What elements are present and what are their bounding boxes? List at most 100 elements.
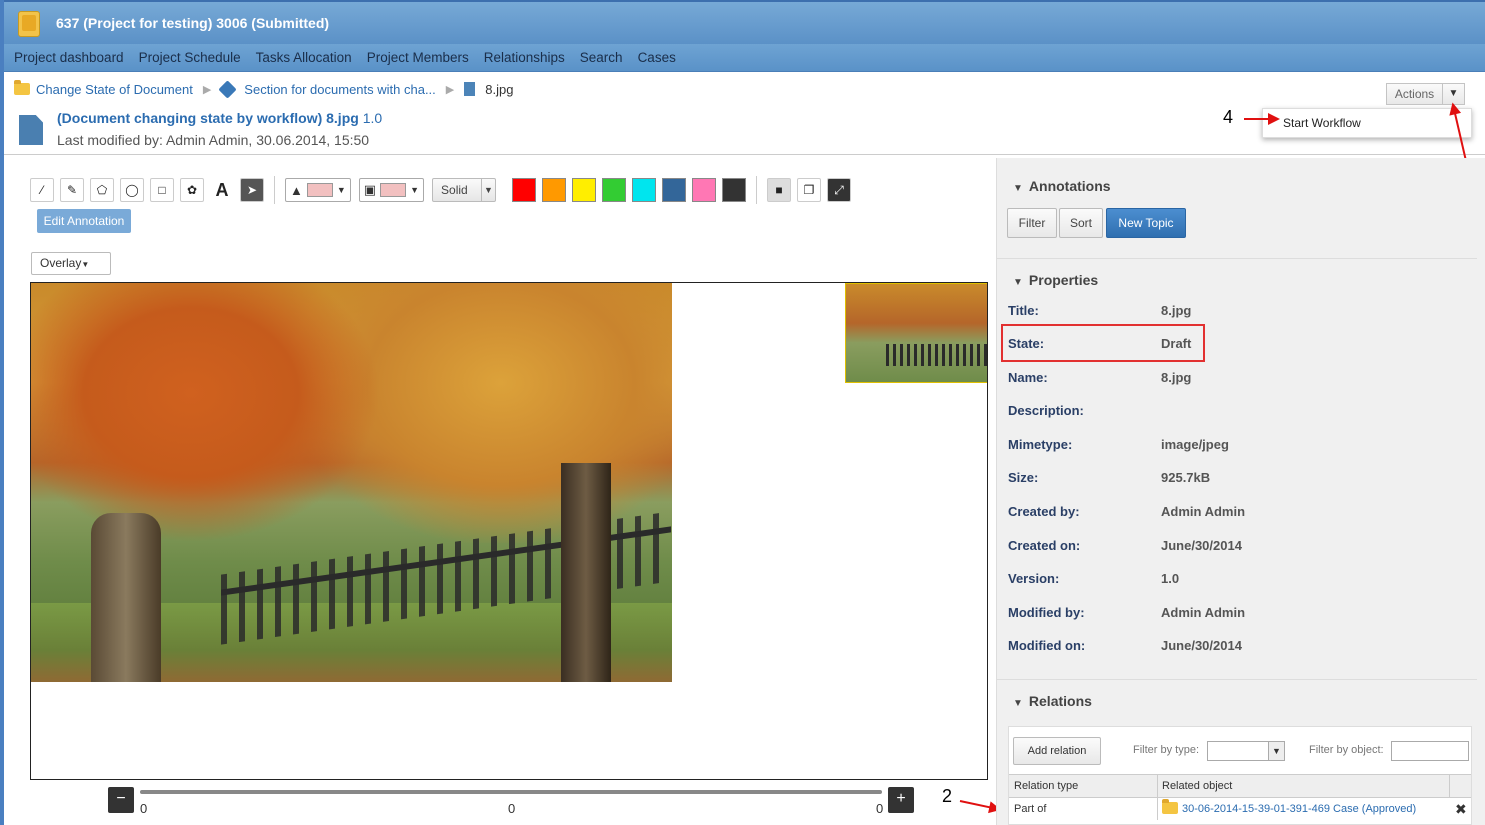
zoom-out-button[interactable]: − — [108, 787, 134, 813]
annotations-heading-text: Annotations — [1028, 178, 1111, 194]
overlay-dropdown[interactable]: Overlay▼ — [31, 252, 111, 275]
chevron-down-icon: ▼ — [1268, 742, 1284, 760]
toolbar-divider — [274, 176, 275, 204]
stroke-square-icon: ▣ — [363, 182, 377, 197]
arrow-2 — [959, 800, 1000, 811]
section-divider — [997, 679, 1477, 680]
ellipse-tool-icon[interactable]: ◯ — [120, 178, 144, 202]
filter-button[interactable]: Filter — [1007, 208, 1057, 238]
pencil-tool-icon[interactable]: ✎ — [60, 178, 84, 202]
color-red[interactable] — [512, 178, 537, 202]
chevron-down-icon: ▼ — [410, 185, 420, 195]
collapse-triangle-icon: ▼ — [1013, 183, 1023, 194]
folder-icon — [1162, 799, 1178, 814]
nav-project-members[interactable]: Project Members — [367, 50, 469, 65]
last-modified: Last modified by: Admin Admin, 30.06.201… — [57, 132, 370, 148]
text-tool-icon[interactable]: A — [210, 178, 234, 202]
document-title[interactable]: (Document changing state by workflow) 8.… — [57, 110, 382, 126]
annotations-heading[interactable]: ▼ Annotations — [1013, 178, 1111, 194]
prop-size-value: 925.7kB — [1161, 470, 1211, 485]
nav-project-dashboard[interactable]: Project dashboard — [14, 50, 124, 65]
relations-table: Add relation Filter by type: ▼ Filter by… — [1008, 726, 1472, 825]
prop-title-label: Title: — [1008, 303, 1039, 318]
zoom-min-label: 0 — [140, 801, 148, 816]
col-related-object[interactable]: Related object — [1157, 775, 1232, 797]
add-relation-button[interactable]: Add relation — [1013, 737, 1101, 765]
table-row: Part of 30-06-2014-15-39-01-391-469 Case… — [1009, 798, 1471, 820]
rectangle-tool-icon[interactable]: □ — [150, 178, 174, 202]
relations-heading[interactable]: ▼ Relations — [1013, 693, 1092, 709]
window-title: 637 (Project for testing) 3006 (Submitte… — [56, 15, 330, 31]
prop-modified-by-label: Modified by: — [1008, 605, 1085, 620]
chevron-down-icon[interactable]: ▼ — [1442, 84, 1464, 104]
nav-relationships[interactable]: Relationships — [484, 50, 565, 65]
shadow-square-icon[interactable]: ■ — [767, 178, 792, 202]
zoom-track[interactable] — [140, 790, 882, 794]
new-topic-button[interactable]: New Topic — [1106, 208, 1186, 238]
freeform-tool-icon[interactable]: ⬠ — [90, 178, 114, 202]
edit-annotation-button[interactable]: Edit Annotation — [37, 209, 131, 233]
color-blue[interactable] — [662, 178, 687, 202]
prop-modified-by-value: Admin Admin — [1161, 605, 1246, 620]
pin-tool-icon[interactable]: ✿ — [180, 178, 204, 202]
sort-button[interactable]: Sort — [1059, 208, 1103, 238]
chevron-right-icon: ▶ — [202, 83, 212, 96]
chevron-right-icon: ▶ — [445, 83, 455, 96]
menu-item-start-workflow[interactable]: Start Workflow — [1283, 116, 1361, 130]
line-tool-icon[interactable]: ⁄ — [30, 178, 54, 202]
col-actions — [1449, 775, 1471, 797]
table-header: Relation type Related object — [1009, 774, 1471, 798]
prop-created-on-label: Created on: — [1008, 538, 1081, 553]
fullscreen-icon[interactable]: ⤢ — [827, 178, 852, 202]
line-style-select[interactable]: Solid ▼ — [432, 178, 497, 202]
nav-tasks-allocation[interactable]: Tasks Allocation — [256, 50, 352, 65]
image-viewer[interactable] — [30, 282, 988, 780]
color-green[interactable] — [602, 178, 627, 202]
col-relation-type[interactable]: Relation type — [1014, 775, 1078, 797]
prop-modified-on-value: June/30/2014 — [1161, 638, 1242, 653]
related-object-cell[interactable]: 30-06-2014-15-39-01-391-469 Case (Approv… — [1157, 798, 1416, 820]
nav-project-schedule[interactable]: Project Schedule — [139, 50, 241, 65]
main-nav: Project dashboard Project Schedule Tasks… — [4, 44, 1485, 72]
fill-color-swatch — [306, 183, 333, 197]
line-style-value: Solid — [441, 183, 468, 197]
nav-search[interactable]: Search — [580, 50, 623, 65]
prop-version-label: Version: — [1008, 571, 1060, 586]
zoom-in-button[interactable]: + — [888, 787, 914, 813]
stroke-color-picker[interactable]: ▣ ▼ — [358, 178, 425, 202]
side-panel: ▼ Annotations Filter Sort New Topic ▼ Prop… — [996, 158, 1485, 825]
properties-heading[interactable]: ▼ Properties — [1013, 272, 1098, 288]
color-yellow[interactable] — [572, 178, 597, 202]
file-icon — [464, 82, 476, 96]
chevron-down-icon: ▼ — [481, 179, 495, 201]
related-object-link[interactable]: 30-06-2014-15-39-01-391-469 Case (Approv… — [1182, 803, 1416, 815]
image-thumbnail-navigator[interactable] — [845, 283, 987, 383]
select-tool-icon[interactable]: ➤ — [240, 178, 264, 202]
annotation-toolbar: ⁄ ✎ ⬠ ◯ □ ✿ A ➤ ▲ ▼ ▣ ▼ Solid ▼ ■ ❐ ⤢ — [30, 175, 857, 205]
chevron-down-icon: ▼ — [81, 260, 90, 269]
chevron-down-icon: ▼ — [336, 185, 346, 195]
filter-type-select[interactable]: ▼ — [1207, 741, 1285, 761]
document-icon — [19, 115, 43, 145]
zoom-slider: − 0 0 0 + — [108, 787, 916, 817]
title-bar: 637 (Project for testing) 3006 (Submitte… — [4, 0, 1485, 44]
prop-modified-on-label: Modified on: — [1008, 638, 1086, 653]
arrow-4 — [1244, 113, 1280, 125]
color-cyan[interactable] — [632, 178, 657, 202]
prop-state-value: Draft — [1161, 336, 1192, 351]
fill-color-picker[interactable]: ▲ ▼ — [285, 178, 351, 202]
app-window: 637 (Project for testing) 3006 (Submitte… — [0, 0, 1485, 825]
prop-size-label: Size: — [1008, 470, 1039, 485]
prop-created-by-label: Created by: — [1008, 504, 1080, 519]
remove-relation-icon[interactable]: ✖ — [1455, 801, 1467, 818]
breadcrumb: Change State of Document ▶ Section for d… — [14, 79, 513, 99]
bring-front-icon[interactable]: ❐ — [797, 178, 822, 202]
filter-object-input[interactable] — [1391, 741, 1469, 761]
color-black[interactable] — [722, 178, 747, 202]
breadcrumb-folder[interactable]: Change State of Document — [36, 82, 193, 97]
nav-cases[interactable]: Cases — [638, 50, 676, 65]
breadcrumb-section[interactable]: Section for documents with cha... — [244, 82, 435, 97]
actions-label: Actions — [1394, 87, 1435, 101]
color-pink[interactable] — [692, 178, 717, 202]
color-orange[interactable] — [542, 178, 567, 202]
